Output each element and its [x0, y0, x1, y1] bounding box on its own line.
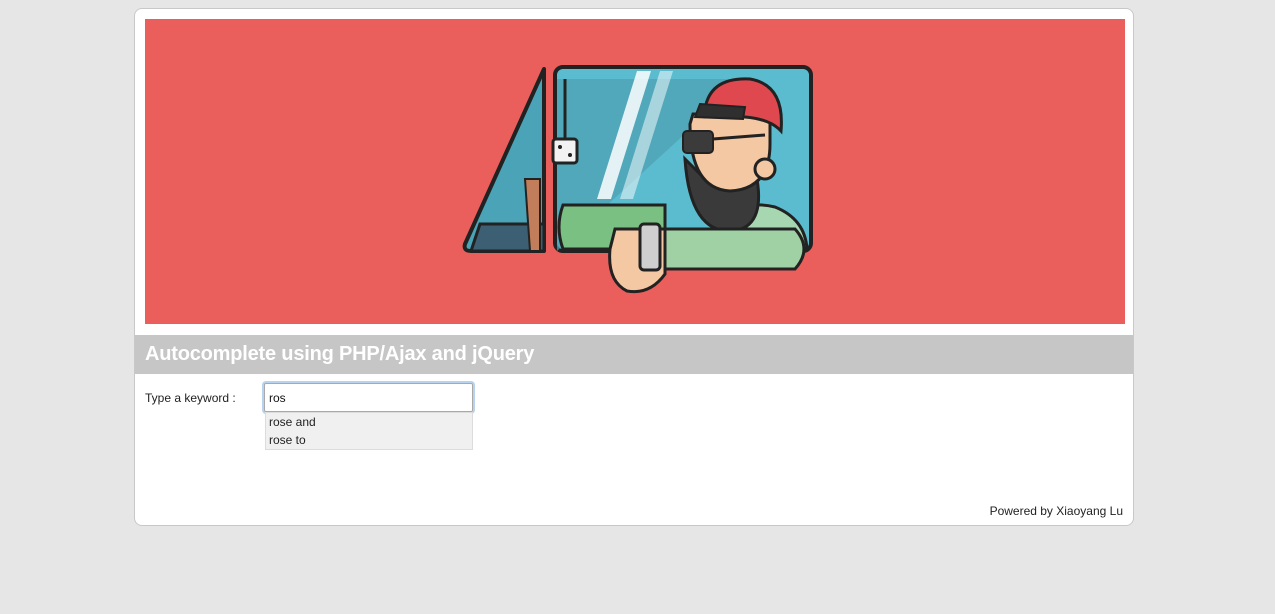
header-banner-image [145, 19, 1125, 324]
title-bar: Autocomplete using PHP/Ajax and jQuery [135, 335, 1133, 374]
car-driver-illustration [462, 65, 813, 294]
keyword-input[interactable] [264, 383, 473, 412]
suggestion-item[interactable]: rose to [266, 431, 472, 449]
keyword-label: Type a keyword : [145, 391, 236, 405]
page-title: Autocomplete using PHP/Ajax and jQuery [145, 343, 535, 365]
page-container: Autocomplete using PHP/Ajax and jQuery T… [134, 8, 1134, 526]
autocomplete-suggestion-list: rose and rose to [265, 412, 473, 450]
footer-credit: Powered by Xiaoyang Lu [989, 504, 1123, 518]
suggestion-item[interactable]: rose and [266, 413, 472, 431]
